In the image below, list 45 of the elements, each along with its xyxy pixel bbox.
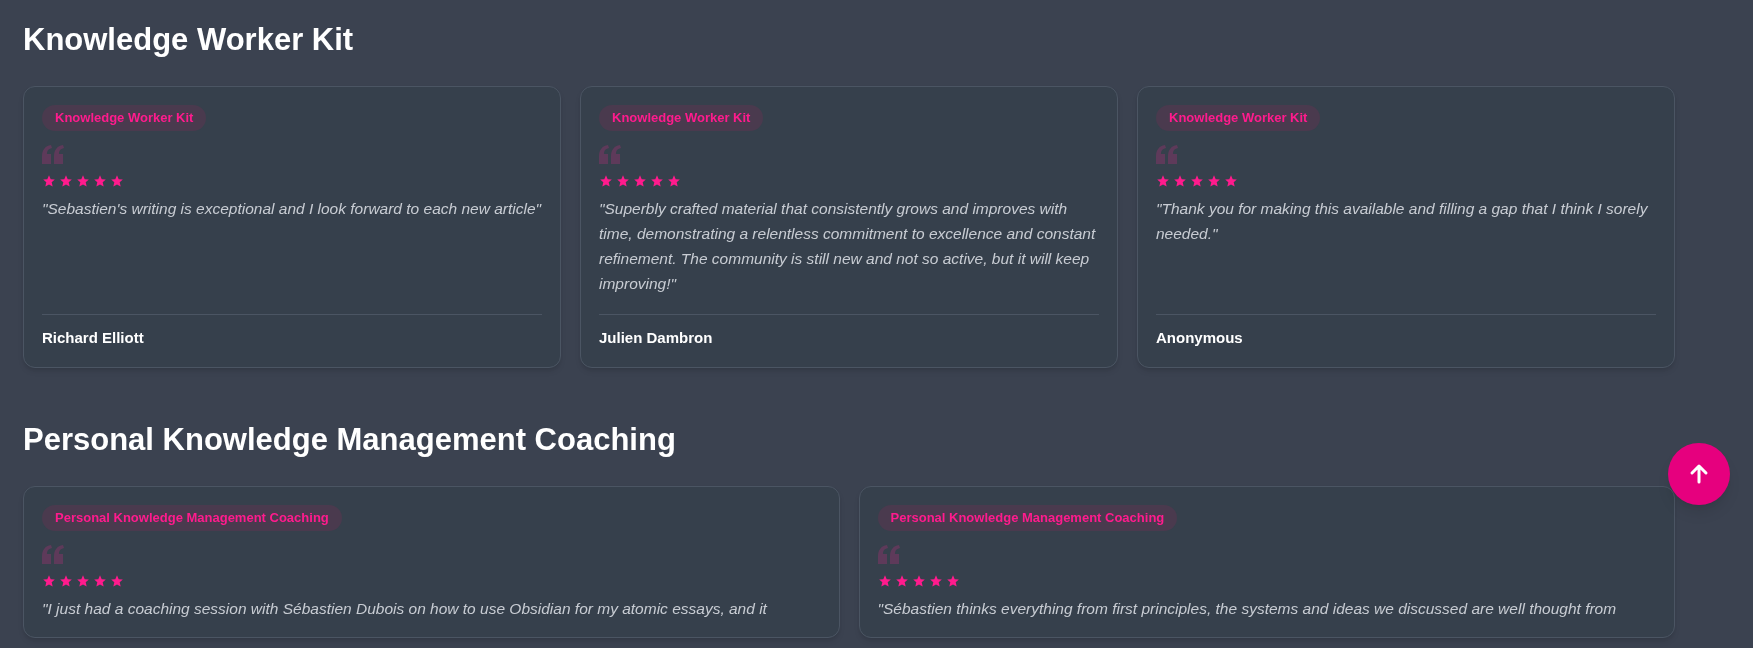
star-icon <box>1207 173 1221 188</box>
product-tag: Knowledge Worker Kit <box>42 105 207 131</box>
star-icon <box>76 573 90 588</box>
testimonial-quote: "Sebastien's writing is exceptional and I look forward to each new article" <box>42 198 542 219</box>
product-tag: Personal Knowledge Management Coaching <box>877 505 1178 531</box>
star-icon <box>616 173 630 188</box>
star-icon <box>911 573 926 588</box>
star-icon <box>42 173 56 188</box>
star-icon <box>650 173 664 188</box>
author-name: Richard Elliott <box>42 327 145 348</box>
star-icon <box>1190 173 1204 188</box>
quote-icon <box>877 544 900 564</box>
star-icon <box>59 173 73 188</box>
star-icon <box>1173 173 1187 188</box>
quote-icon <box>599 144 621 164</box>
product-tag: Personal Knowledge Management Coaching <box>42 505 342 531</box>
testimonial-quote: "Superbly crafted material that consistently grows and improves with time, demonstrating a relentless commitment to excellence and constant refinement. The community is still new and not so active, but it will keep improving!" <box>599 198 1097 294</box>
star-icon <box>1156 173 1170 188</box>
star-icon <box>42 573 56 588</box>
author-name: Anonymous <box>1156 327 1244 348</box>
testimonial-quote: "Thank you for making this available and filling a gap that I think I sorely needed." <box>1156 198 1649 244</box>
star-icon <box>928 573 943 588</box>
star-icon <box>93 173 107 188</box>
quote-icon <box>1156 144 1178 164</box>
author-name: Julien Dambron <box>599 327 714 348</box>
section-heading: Knowledge Worker Kit <box>23 21 355 59</box>
product-tag: Knowledge Worker Kit <box>599 105 764 131</box>
star-icon <box>59 573 73 588</box>
star-icon <box>599 173 613 188</box>
quote-icon <box>42 544 64 564</box>
quote-icon <box>42 144 64 164</box>
testimonial-quote: "Sébastien thinks everything from first principles, the systems and ideas we discussed are well thought from <box>877 598 1618 619</box>
star-icon <box>76 173 90 188</box>
star-icon <box>93 573 107 588</box>
testimonial-quote: "I just had a coaching session with Sébastien Dubois on how to use Obsidian for my atomic essays, and it <box>42 598 769 619</box>
star-icon <box>110 573 124 588</box>
star-icon <box>1224 173 1238 188</box>
star-icon <box>945 573 960 588</box>
star-icon <box>667 173 681 188</box>
star-icon <box>633 173 647 188</box>
section-heading: Personal Knowledge Management Coaching <box>23 421 677 459</box>
star-icon <box>110 173 124 188</box>
star-icon <box>877 573 892 588</box>
product-tag: Knowledge Worker Kit <box>1156 105 1321 131</box>
star-icon <box>894 573 909 588</box>
